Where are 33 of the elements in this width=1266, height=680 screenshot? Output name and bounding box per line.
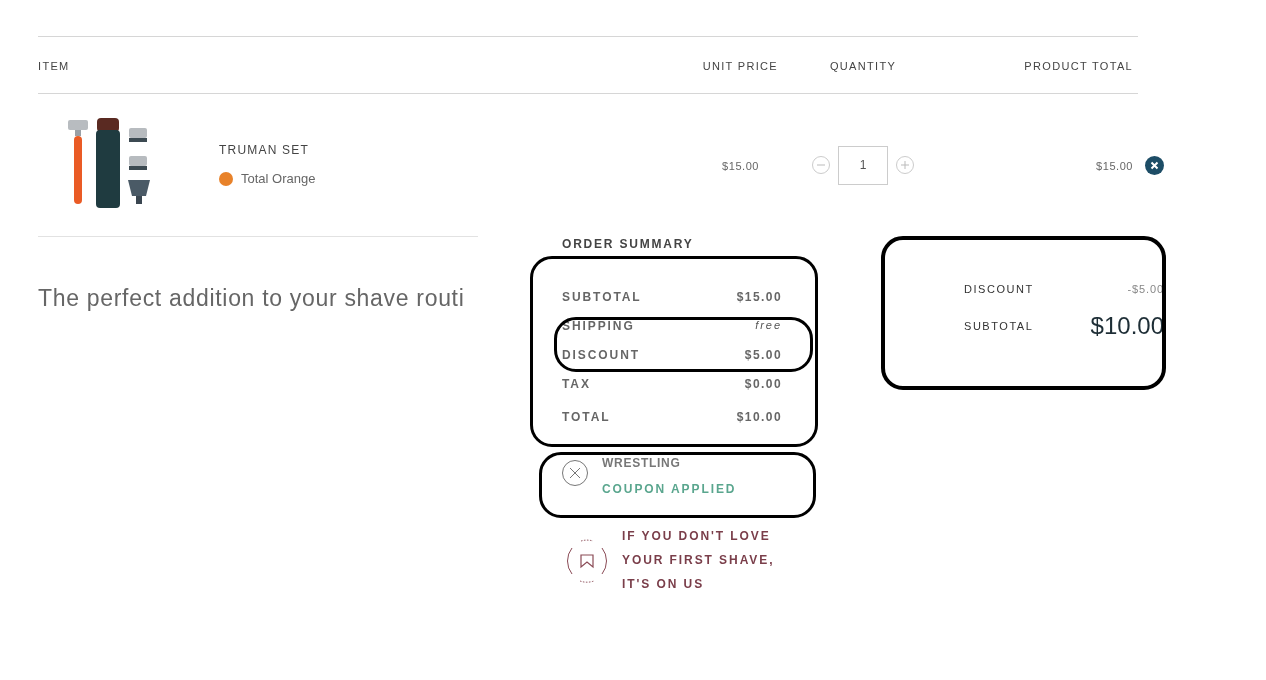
quantity-field[interactable]: 1 <box>838 145 888 185</box>
close-icon <box>1150 160 1159 170</box>
summary-label: DISCOUNT <box>562 346 641 364</box>
column-header: QUANTITY <box>829 60 897 72</box>
coupon-status: COUPON APPLIED <box>602 481 737 498</box>
summary-label: TAX <box>562 375 591 393</box>
column-header: PRODUCT TOTAL <box>1024 60 1133 72</box>
subtotal-value: $10.00 <box>1090 310 1164 341</box>
guarantee-text: IF YOU DON'T LOVE <box>622 528 772 545</box>
unit-price: $15.00 <box>722 160 759 172</box>
summary-label: TOTAL <box>562 409 611 426</box>
summary-label: SUBTOTAL <box>562 288 642 306</box>
summary-title: ORDER SUMMARY <box>562 237 694 251</box>
upsell-heading: The perfect addition to your shave routi <box>38 285 465 311</box>
coupon-code: WRESTLING <box>602 455 682 472</box>
variant-label: Total Orange <box>241 170 316 189</box>
summary-label: SHIPPING <box>562 317 635 335</box>
summary-value: $10.00 <box>736 409 782 426</box>
remove-button[interactable] <box>1145 155 1164 175</box>
guarantee-text: YOUR FIRST SHAVE, <box>622 552 775 569</box>
summary-value: $15.00 <box>736 288 782 306</box>
summary-value: $5.00 <box>744 346 782 364</box>
product-total: $15.00 <box>1096 160 1133 172</box>
summary-value: $0.00 <box>744 375 782 393</box>
close-icon <box>569 467 581 479</box>
column-header: ITEM <box>38 60 70 72</box>
plus-icon <box>900 160 910 170</box>
discount-label: DISCOUNT <box>964 282 1034 298</box>
column-header: UNIT PRICE <box>702 60 778 72</box>
product-name: TRUMAN SET <box>219 142 310 160</box>
summary-value: free <box>755 318 782 334</box>
guarantee-text: IT'S ON US <box>622 576 706 593</box>
subtotal-label: SUBTOTAL <box>964 318 1034 334</box>
